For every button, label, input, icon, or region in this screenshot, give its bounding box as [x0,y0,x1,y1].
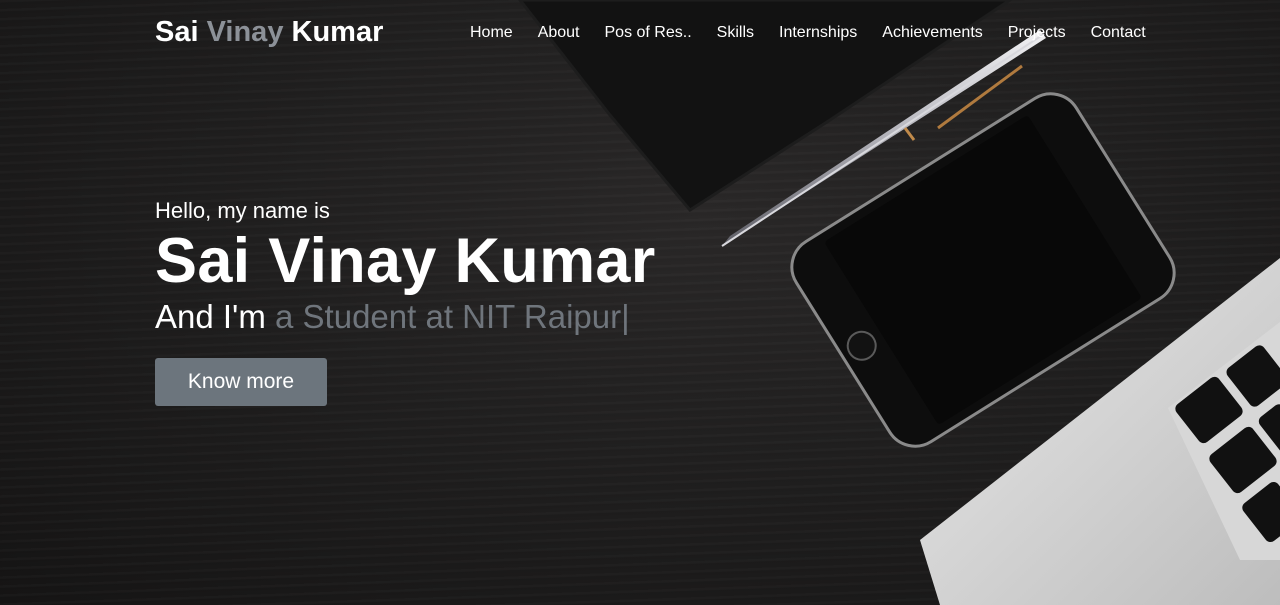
nav-menu: Home About Pos of Res.. Skills Internshi… [470,24,1146,42]
nav-link-about[interactable]: About [538,24,580,42]
hero-section: Sai Vinay Kumar Home About Pos of Res.. … [0,0,1280,605]
hero-greeting: Hello, my name is [155,198,330,223]
hero-name: Sai Vinay Kumar [155,226,656,296]
nav-link-skills[interactable]: Skills [717,24,754,42]
know-more-button[interactable]: Know more [155,358,327,406]
nav-link-pos-of-res[interactable]: Pos of Res.. [605,24,692,42]
nav-link-achievements[interactable]: Achievements [882,24,983,42]
logo-first-name: Sai [155,16,207,48]
hero-content: Hello, my name is Sai Vinay Kumar And I'… [155,198,656,406]
hero-tagline: And I'm a Student at NIT Raipur| [155,298,656,336]
nav-link-home[interactable]: Home [470,24,513,42]
navbar: Sai Vinay Kumar Home About Pos of Res.. … [0,0,1280,66]
tagline-prefix: And I'm [155,298,276,335]
typing-cursor: | [621,298,630,335]
logo-last-name: Kumar [283,16,384,48]
nav-link-contact[interactable]: Contact [1091,24,1146,42]
nav-link-projects[interactable]: Projects [1008,24,1066,42]
logo-middle-name: Vinay [206,16,284,48]
nav-link-internships[interactable]: Internships [779,24,857,42]
tagline-typed-text: a Student at NIT Raipur [275,298,622,335]
site-logo[interactable]: Sai Vinay Kumar [155,16,383,49]
